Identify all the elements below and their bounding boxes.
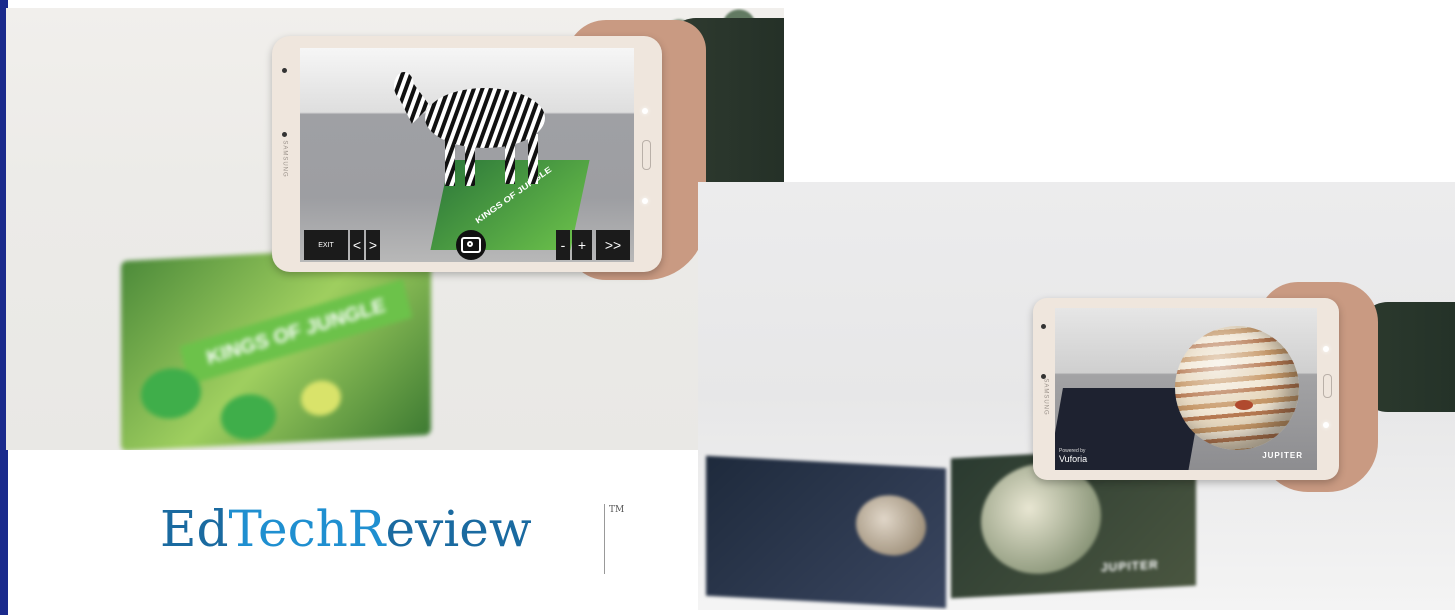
- tablet: SAMSUNG Powered by Vuforia JUPITER: [1033, 298, 1339, 480]
- logo-divider: [604, 504, 605, 574]
- booklet-banner: KINGS OF JUNGLE: [179, 279, 413, 385]
- next-button[interactable]: >: [366, 230, 380, 260]
- home-button[interactable]: [1323, 374, 1332, 398]
- home-button[interactable]: [642, 140, 651, 170]
- blurred-booklet: KINGS OF JUNGLE: [121, 244, 431, 450]
- zebra-model: [394, 72, 545, 186]
- vuforia-watermark: Powered by Vuforia: [1059, 448, 1087, 464]
- photo-zebra-ar: KINGS OF JUNGLE SAMSUNG KINGS OF JUNGLE: [6, 8, 784, 450]
- led-top: [642, 108, 648, 114]
- logo-part-r: R: [347, 500, 386, 558]
- jupiter-model: [1175, 326, 1299, 450]
- front-camera: [1041, 324, 1046, 329]
- forward-button[interactable]: >>: [596, 230, 630, 260]
- trademark-mark: TM: [609, 505, 625, 515]
- prev-button[interactable]: <: [350, 230, 364, 260]
- screen-planet-label: JUPITER: [1262, 451, 1303, 460]
- booklet-title: KINGS OF JUNGLE: [204, 294, 388, 370]
- tablet: SAMSUNG KINGS OF JUNGLE EXIT < > - + >>: [272, 36, 662, 272]
- capture-button[interactable]: [456, 230, 486, 260]
- tablet-brand: SAMSUNG: [281, 140, 288, 178]
- ar-toolbar: EXIT < > - + >>: [300, 228, 634, 262]
- led-top: [1323, 346, 1329, 352]
- great-red-spot: [1235, 400, 1253, 410]
- exit-button[interactable]: EXIT: [304, 230, 348, 260]
- booklet-bubble: [301, 379, 341, 417]
- zoom-in-button[interactable]: +: [572, 230, 592, 260]
- front-camera: [282, 68, 287, 73]
- book-label: JUPITER: [1101, 557, 1159, 575]
- logo-part-eview: eview: [385, 500, 532, 558]
- photo-jupiter-ar: JUPITER SAMSUNG Powered by Vuforia JUPIT…: [698, 182, 1455, 610]
- logo-part-ed: Ed: [160, 500, 229, 558]
- camera-icon: [461, 237, 481, 253]
- led-bottom: [1323, 422, 1329, 428]
- vuforia-text: Vuforia: [1059, 454, 1088, 464]
- sensor: [282, 132, 287, 137]
- zoom-out-button[interactable]: -: [556, 230, 570, 260]
- edtechreview-logo: EdTechReview: [160, 500, 532, 558]
- book-planet-small: [856, 493, 926, 558]
- logo-part-tech: Tech: [228, 500, 348, 558]
- book-left-page: [706, 455, 946, 609]
- booklet-bubble: [141, 366, 201, 421]
- led-bottom: [642, 198, 648, 204]
- tablet-screen: Powered by Vuforia JUPITER: [1055, 308, 1317, 470]
- booklet-bubble: [221, 393, 276, 441]
- tablet-brand: SAMSUNG: [1042, 378, 1049, 416]
- tablet-screen: KINGS OF JUNGLE EXIT < > - + >>: [300, 48, 634, 262]
